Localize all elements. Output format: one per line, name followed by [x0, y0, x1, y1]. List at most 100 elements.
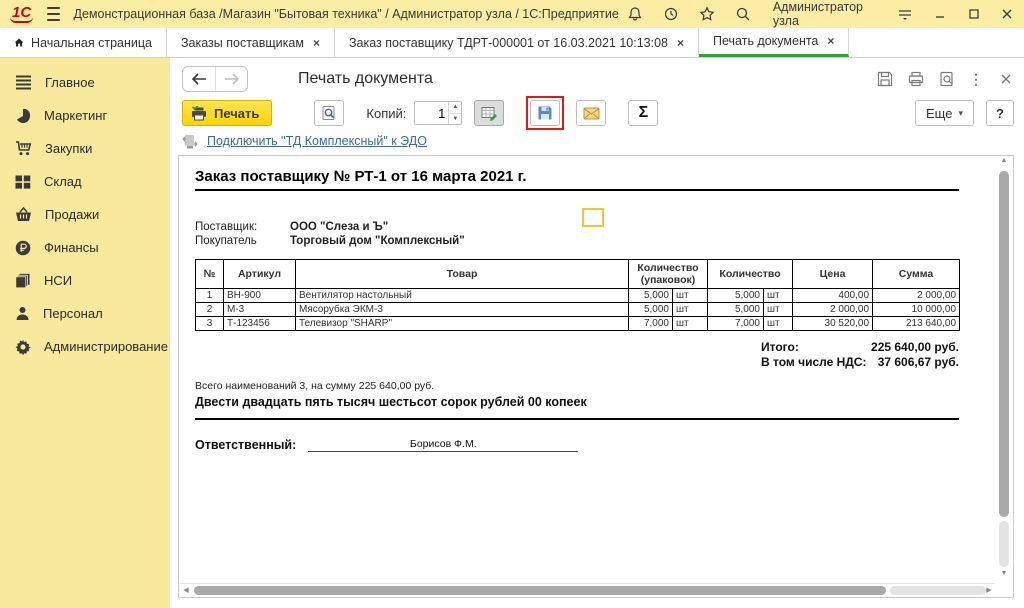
- copies-input[interactable]: [415, 102, 448, 124]
- table-settings-button[interactable]: [474, 100, 504, 126]
- kebab-menu-icon[interactable]: ⋮: [969, 71, 983, 88]
- printer-icon: [191, 106, 208, 121]
- preview-icon: [321, 105, 337, 121]
- stack-icon: [15, 273, 31, 288]
- items-summary: Всего наименований 3, на сумму 225 640,0…: [195, 380, 959, 392]
- notifications-bell-icon[interactable]: [627, 6, 643, 23]
- tab-supplier-order-document[interactable]: Заказ поставщику ТДРТ-000001 от 16.03.20…: [335, 28, 699, 57]
- sidebar-item-sklad[interactable]: Склад: [0, 165, 170, 198]
- main-menu-icon[interactable]: [47, 7, 59, 21]
- envelope-icon: [583, 107, 600, 120]
- totals-block: Итого: 225 640,00 руб. В том числе НДС: …: [195, 340, 959, 370]
- help-button[interactable]: ?: [986, 100, 1014, 126]
- forward-button[interactable]: [215, 67, 247, 91]
- tab-close-icon[interactable]: ×: [677, 36, 684, 50]
- horizontal-scrollbar[interactable]: ◀ ▶: [180, 583, 995, 596]
- print-button-label: Печать: [214, 106, 259, 121]
- col-qty-pack: Количество (упаковок): [629, 260, 708, 289]
- document-area: Заказ поставщику № РТ-1 от 16 марта 2021…: [178, 155, 1014, 598]
- tab-orders-to-suppliers[interactable]: Заказы поставщикам ×: [167, 28, 335, 57]
- current-user[interactable]: Администратор узла: [773, 0, 875, 28]
- spin-down-icon[interactable]: ▼: [449, 113, 461, 125]
- col-product: Товар: [296, 260, 629, 289]
- sidebar-item-zakupki[interactable]: Закупки: [0, 132, 170, 165]
- edo-row: Подключить "ТД Комплексный" к ЭДО: [182, 132, 427, 150]
- selected-cell-outline[interactable]: [582, 208, 604, 227]
- history-icon[interactable]: [663, 6, 679, 23]
- sidebar-item-personal[interactable]: Персонал: [0, 297, 170, 330]
- page-title: Печать документа: [298, 70, 433, 88]
- tab-home[interactable]: Начальная страница: [0, 28, 167, 57]
- scroll-left-icon[interactable]: ◀: [180, 584, 192, 597]
- vertical-scroll-thumb[interactable]: [999, 171, 1009, 517]
- search-icon[interactable]: [735, 6, 751, 23]
- goods-table: № Артикул Товар Количество (упаковок) Ко…: [195, 259, 960, 331]
- print-icon[interactable]: [907, 71, 924, 88]
- preview-icon[interactable]: [938, 71, 955, 88]
- copies-label: Копий:: [366, 106, 406, 121]
- save-icon[interactable]: [876, 71, 893, 88]
- tab-label: Заказы поставщикам: [181, 36, 304, 50]
- tab-print-document[interactable]: Печать документа ×: [699, 28, 849, 57]
- responsible-label: Ответственный:: [195, 438, 296, 452]
- scroll-down-icon[interactable]: ▼: [996, 570, 1012, 582]
- spin-up-icon[interactable]: ▲: [449, 102, 461, 113]
- tab-close-icon[interactable]: ×: [313, 36, 320, 50]
- gear-icon: [15, 339, 31, 355]
- scroll-right-icon[interactable]: ▶: [983, 584, 995, 597]
- back-button[interactable]: [183, 67, 215, 91]
- col-sum: Сумма: [873, 260, 960, 289]
- favorites-star-icon[interactable]: [699, 6, 715, 23]
- tab-close-icon[interactable]: ×: [827, 34, 834, 48]
- sidebar-item-finansy[interactable]: Финансы: [0, 231, 170, 264]
- sum-button[interactable]: Σ: [628, 100, 658, 126]
- table-row[interactable]: 2 М-3 Мясорубка ЭКМ-3 5,000 шт 5,000 шт …: [196, 303, 960, 317]
- table-row[interactable]: 3 Т-123456 Телевизор "SHARP" 7,000 шт 7,…: [196, 317, 960, 331]
- close-form-icon[interactable]: [997, 71, 1014, 88]
- buyer-label: Покупатель: [195, 235, 290, 247]
- col-qty: Количество: [708, 260, 793, 289]
- pie-chart-icon: [15, 108, 31, 124]
- cart-icon: [15, 141, 32, 156]
- sidebar-item-administrirovanie[interactable]: Администрирование: [0, 330, 170, 363]
- sidebar-item-label: НСИ: [44, 273, 72, 288]
- content-header: Печать документа ⋮: [182, 65, 1014, 93]
- copies-stepper[interactable]: ▲ ▼: [414, 101, 462, 125]
- document-title: Заказ поставщику № РТ-1 от 16 марта 2021…: [195, 168, 959, 191]
- horizontal-scroll-thumb[interactable]: [194, 586, 886, 595]
- send-email-button[interactable]: [576, 100, 606, 126]
- total-label: Итого:: [761, 340, 799, 355]
- minimize-button[interactable]: [933, 6, 947, 22]
- sidebar-item-nsi[interactable]: НСИ: [0, 264, 170, 297]
- maximize-button[interactable]: [967, 6, 981, 22]
- basket-icon: [15, 207, 32, 222]
- edo-exchange-icon: [182, 134, 198, 149]
- vertical-scrollbar[interactable]: ▲ ▼: [996, 157, 1012, 582]
- table-header-row: № Артикул Товар Количество (упаковок) Ко…: [196, 260, 960, 289]
- sidebar-item-glavnoe[interactable]: Главное: [0, 66, 170, 99]
- save-diskette-icon: [537, 105, 553, 121]
- col-price: Цена: [793, 260, 873, 289]
- print-preview-button[interactable]: [314, 100, 344, 126]
- tab-label: Заказ поставщику ТДРТ-000001 от 16.03.20…: [349, 36, 668, 50]
- divider: [195, 418, 959, 420]
- person-icon: [15, 306, 30, 321]
- responsible-signature: Борисов Ф.М.: [308, 438, 578, 452]
- more-button[interactable]: Еще ▾: [915, 100, 974, 126]
- sidebar-item-prodazhi[interactable]: Продажи: [0, 198, 170, 231]
- vat-label: В том числе НДС:: [761, 355, 866, 370]
- sidebar-item-label: Администрирование: [44, 339, 168, 354]
- col-num: №: [196, 260, 224, 289]
- main-content: Печать документа ⋮: [170, 58, 1024, 608]
- edo-connect-link[interactable]: Подключить "ТД Комплексный" к ЭДО: [207, 134, 427, 148]
- print-button[interactable]: Печать: [182, 100, 272, 126]
- save-file-button[interactable]: [530, 100, 560, 126]
- close-button[interactable]: [1000, 6, 1014, 22]
- scroll-up-icon[interactable]: ▲: [996, 157, 1012, 169]
- more-button-label: Еще: [926, 106, 952, 121]
- grid-icon: [15, 175, 31, 189]
- total-value: 225 640,00 руб.: [871, 340, 959, 355]
- sidebar-item-marketing[interactable]: Маркетинг: [0, 99, 170, 132]
- service-menu-icon[interactable]: [897, 6, 913, 23]
- table-row[interactable]: 1 ВН-900 Вентилятор настольный 5,000 шт …: [196, 289, 960, 303]
